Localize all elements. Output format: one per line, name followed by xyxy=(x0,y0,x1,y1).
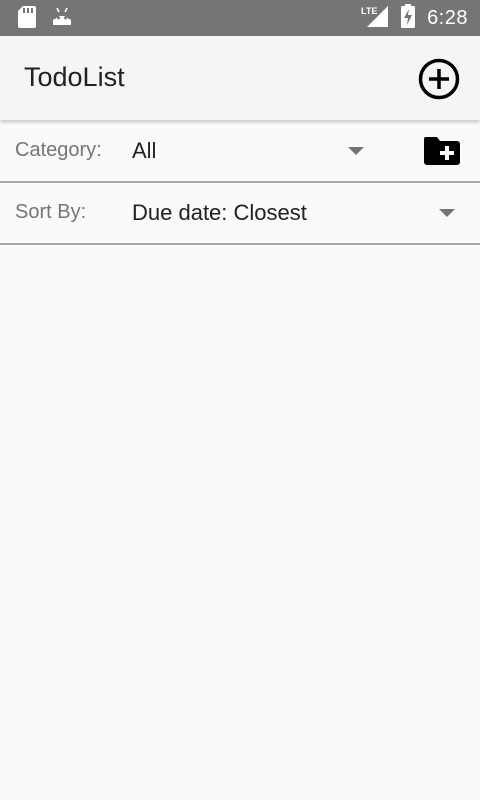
app-title: TodoList xyxy=(24,62,125,92)
chevron-down-icon xyxy=(439,209,455,217)
add-todo-button[interactable] xyxy=(418,58,460,100)
android-icon xyxy=(52,7,72,32)
lte-label: LTE xyxy=(361,6,377,16)
chevron-down-icon xyxy=(348,147,364,155)
lte-signal-icon: LTE xyxy=(361,4,389,33)
sort-filter-row: Sort By: Due date: Closest xyxy=(0,183,480,245)
status-bar: LTE 6:28 xyxy=(0,0,480,36)
status-bar-right: LTE 6:28 xyxy=(361,0,468,36)
sort-selected-value: Due date: Closest xyxy=(132,200,307,225)
sort-dropdown[interactable]: Due date: Closest xyxy=(132,183,462,243)
add-category-button[interactable] xyxy=(424,137,460,165)
category-filter-row: Category: All xyxy=(0,121,480,183)
status-bar-left xyxy=(18,6,72,33)
category-dropdown[interactable]: All xyxy=(132,121,372,181)
add-folder-icon xyxy=(424,137,460,165)
status-clock: 6:28 xyxy=(427,6,468,29)
app-bar: TodoList xyxy=(0,36,480,120)
category-selected-value: All xyxy=(132,138,157,163)
category-label: Category: xyxy=(15,139,102,161)
add-circle-icon xyxy=(418,58,460,100)
sort-label: Sort By: xyxy=(15,201,87,223)
battery-charging-icon xyxy=(401,3,416,33)
sd-card-icon xyxy=(18,6,36,33)
todo-list xyxy=(0,245,480,800)
